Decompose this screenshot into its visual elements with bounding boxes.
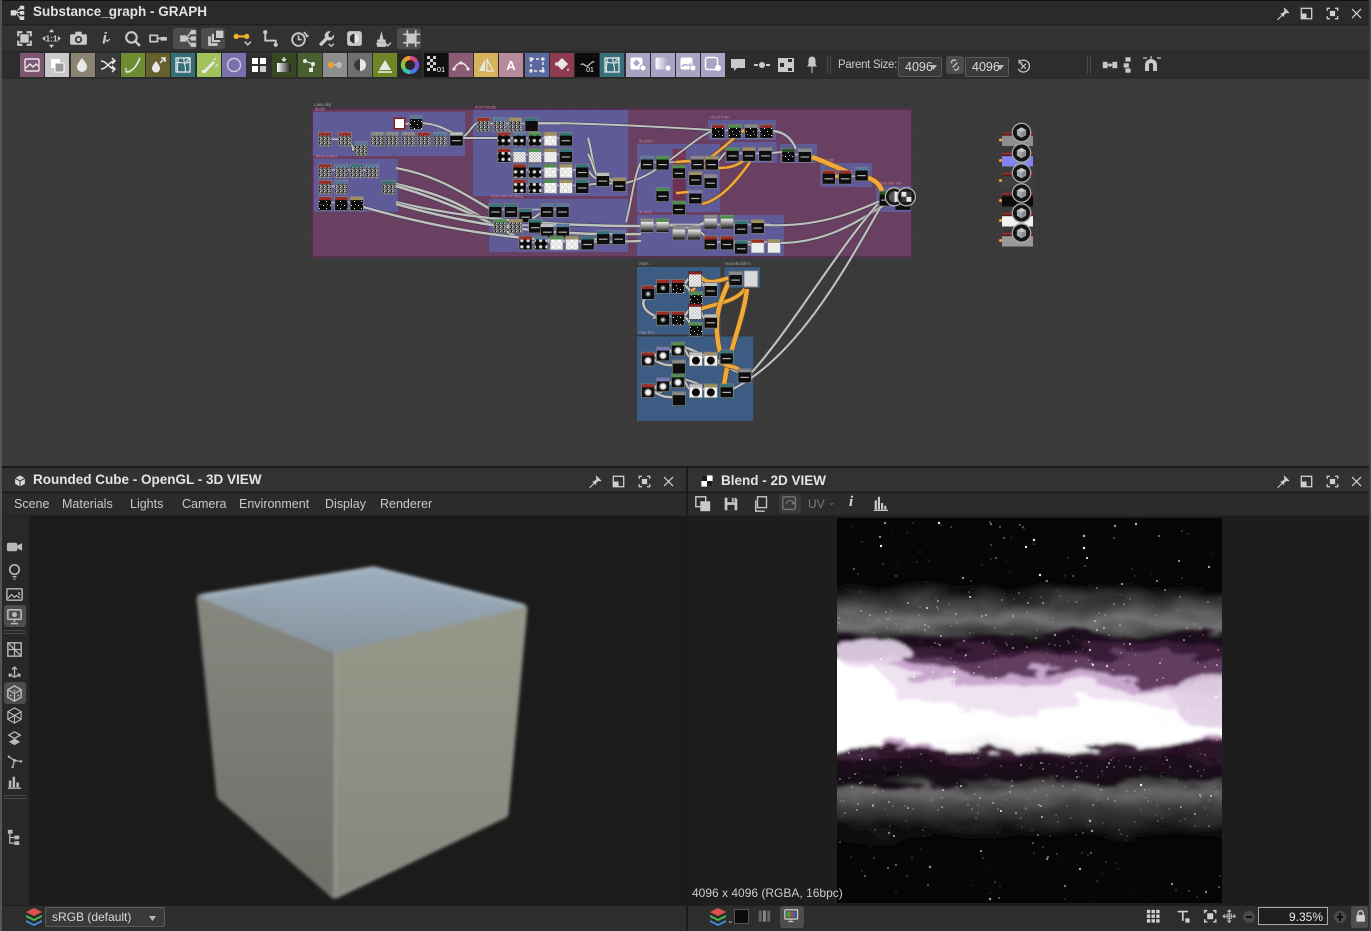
svg-text:01: 01: [437, 65, 445, 74]
svg-text:dust with fix tiling: dust with fix tiling: [491, 194, 523, 199]
svg-text:dust clouds: dust clouds: [475, 105, 496, 110]
svg-text:detail: detail: [315, 107, 325, 112]
svg-text:A: A: [507, 58, 517, 73]
svg-text:blue noises: blue noises: [316, 154, 337, 159]
svg-text:01: 01: [586, 67, 594, 74]
svg-text:thunder: thunder: [639, 139, 654, 144]
svg-text:NoiseBuilders: NoiseBuilders: [725, 261, 751, 266]
svg-text:cloud front: cloud front: [710, 115, 730, 120]
svg-text:Stars: Stars: [639, 261, 649, 266]
svg-text:Star blur: Star blur: [639, 330, 655, 335]
svg-text:fb dust: fb dust: [639, 210, 652, 215]
svg-text:1:1: 1:1: [45, 34, 57, 44]
